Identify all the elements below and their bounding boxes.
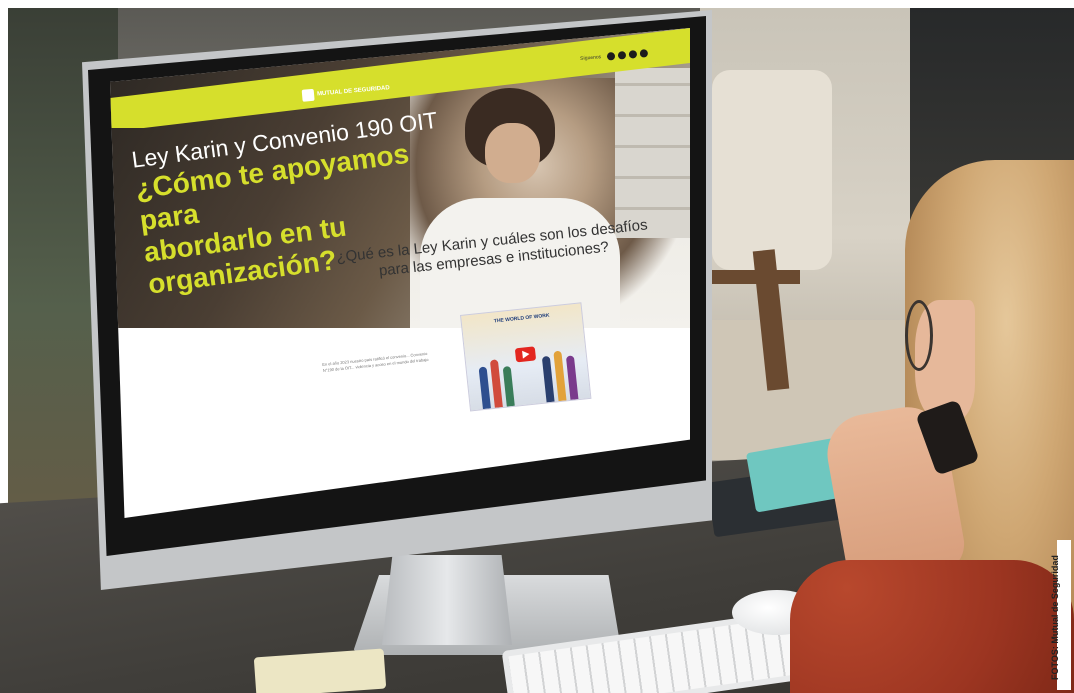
facebook-icon[interactable] — [606, 51, 616, 61]
photo-face — [485, 123, 540, 183]
illustration-figure — [565, 355, 579, 400]
monitor: MUTUAL DE SEGURIDAD Síguenos Ley Karin y… — [82, 10, 712, 655]
social-label: Síguenos — [579, 54, 602, 62]
play-icon[interactable] — [514, 346, 537, 363]
chair-rail — [710, 270, 800, 284]
logo-mark-icon — [301, 88, 315, 102]
youtube-icon[interactable] — [639, 49, 649, 58]
chair — [712, 70, 832, 270]
illustration-figure — [489, 359, 503, 408]
monitor-stand-neck — [382, 555, 512, 645]
woman-sweater — [790, 560, 1074, 693]
photo-credit: FOTOS: Mutual de Seguridad — [1050, 555, 1060, 680]
video-title: THE WORLD OF WORK — [493, 312, 550, 325]
photo-shelf — [615, 68, 690, 238]
photo-scene: MUTUAL DE SEGURIDAD Síguenos Ley Karin y… — [0, 0, 1074, 693]
illustration-figure — [502, 365, 515, 407]
linkedin-icon[interactable] — [628, 50, 638, 59]
illustration-figure — [541, 355, 555, 403]
instagram-icon[interactable] — [617, 50, 627, 60]
glasses — [905, 300, 933, 371]
illustration-figure — [478, 366, 491, 410]
video-thumbnail[interactable]: THE WORLD OF WORK — [460, 302, 592, 412]
illustration-figure — [553, 350, 567, 402]
sticky-notes — [253, 648, 387, 693]
logo-text: MUTUAL DE SEGURIDAD — [316, 85, 390, 98]
